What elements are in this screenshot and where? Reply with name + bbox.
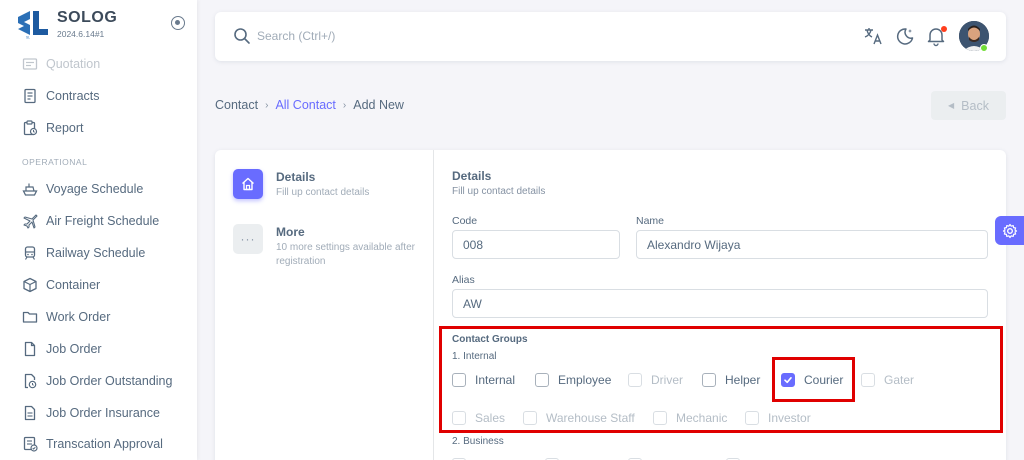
customizer-button[interactable] (995, 216, 1024, 245)
contracts-icon (22, 88, 38, 104)
file-text-icon (22, 405, 38, 421)
sidebar-item-air-freight-schedule[interactable]: Air Freight Schedule (22, 209, 192, 233)
sidebar-item-job-order-outstanding[interactable]: Job Order Outstanding (22, 369, 192, 393)
breadcrumb-current: Add New (353, 98, 404, 112)
plane-icon (22, 213, 38, 229)
ship-icon (22, 181, 38, 197)
highlight-box-courier (772, 357, 855, 402)
section-title: Details (452, 169, 492, 183)
train-icon (22, 245, 38, 261)
report-icon (22, 120, 38, 136)
sidebar-collapse-icon[interactable] (171, 16, 185, 30)
name-label: Name (636, 215, 665, 227)
online-status-dot (980, 44, 988, 52)
folder-icon (22, 309, 38, 325)
sidebar-item-contracts[interactable]: Contracts (22, 84, 192, 108)
search-icon[interactable] (233, 27, 251, 45)
sidebar-item-label: Transcation Approval (46, 437, 163, 451)
brand-name: SOLOG (57, 9, 118, 26)
breadcrumb-separator: › (265, 99, 269, 111)
back-button-label: Back (961, 98, 989, 113)
sidebar-item-transcation-approval[interactable]: Transcation Approval (22, 432, 192, 456)
alias-field[interactable] (452, 289, 988, 318)
business-group-label: 2. Business (452, 436, 504, 447)
caret-left-icon: ◀ (948, 101, 955, 110)
sidebar-item-quotation[interactable]: Quotation (22, 52, 192, 76)
dark-mode-icon[interactable] (894, 25, 916, 47)
container-icon (22, 277, 38, 293)
step-subtitle: 10 more settings available after registr… (276, 242, 415, 267)
sidebar-item-label: Report (46, 121, 84, 135)
sidebar-item-label: Container (46, 278, 101, 292)
step-details[interactable]: Details Fill up contact details (233, 169, 428, 219)
sidebar-item-job-order[interactable]: Job Order (22, 337, 192, 361)
brand-version: 2024.6.14#1 (57, 29, 105, 39)
breadcrumb-root[interactable]: Contact (215, 98, 258, 112)
quotation-icon (22, 56, 38, 72)
step-more[interactable]: ··· More 10 more settings available afte… (233, 224, 428, 274)
sidebar-section-header: OPERATIONAL (22, 157, 88, 167)
sidebar-item-label: Job Order (46, 342, 102, 356)
highlight-box-contact-groups (439, 326, 1003, 433)
section-subtitle: Fill up contact details (452, 186, 546, 197)
name-field[interactable] (636, 230, 988, 259)
notification-badge (941, 26, 947, 32)
sidebar-item-label: Air Freight Schedule (46, 214, 160, 228)
sidebar-item-label: Railway Schedule (46, 246, 146, 260)
sidebar-item-container[interactable]: Container (22, 273, 192, 297)
sidebar-item-voyage-schedule[interactable]: Voyage Schedule (22, 177, 192, 201)
alias-label: Alias (452, 274, 475, 286)
wizard-steps: Details Fill up contact details ··· More… (215, 150, 434, 460)
sidebar-item-label: Contracts (46, 89, 100, 103)
brand-logo: SL (18, 11, 48, 40)
step-subtitle: Fill up contact details (276, 187, 370, 198)
breadcrumb: Contact › All Contact › Add New (215, 98, 404, 112)
file-icon (22, 341, 38, 357)
code-label: Code (452, 215, 478, 227)
sidebar-item-railway-schedule[interactable]: Railway Schedule (22, 241, 192, 265)
more-dots-icon: ··· (233, 224, 263, 254)
home-icon (233, 169, 263, 199)
brand-logo-text: SL (26, 36, 30, 40)
sidebar: SL SOLOG 2024.6.14#1 Quotation Contracts… (0, 0, 197, 460)
top-navbar (215, 12, 1006, 61)
sidebar-item-label: Voyage Schedule (46, 182, 144, 196)
sidebar-item-work-order[interactable]: Work Order (22, 305, 192, 329)
breadcrumb-parent[interactable]: All Contact (275, 98, 335, 112)
brand[interactable]: SL SOLOG 2024.6.14#1 (16, 9, 191, 45)
sidebar-item-label: Quotation (46, 57, 101, 71)
step-title: Details (276, 170, 316, 184)
search-input[interactable] (257, 26, 657, 46)
file-clock-icon (22, 373, 38, 389)
sidebar-item-label: Job Order Insurance (46, 406, 160, 420)
sidebar-item-job-order-insurance[interactable]: Job Order Insurance (22, 401, 192, 425)
breadcrumb-separator: › (342, 99, 347, 111)
sidebar-item-report[interactable]: Report (22, 116, 192, 140)
code-field[interactable] (452, 230, 620, 259)
approval-icon (22, 436, 38, 452)
sidebar-item-label: Work Order (46, 310, 111, 324)
sidebar-item-label: Job Order Outstanding (46, 374, 173, 388)
translate-icon[interactable] (862, 25, 884, 47)
back-button[interactable]: ◀ Back (931, 91, 1006, 120)
gear-icon (1002, 223, 1017, 238)
step-title: More (276, 225, 305, 239)
